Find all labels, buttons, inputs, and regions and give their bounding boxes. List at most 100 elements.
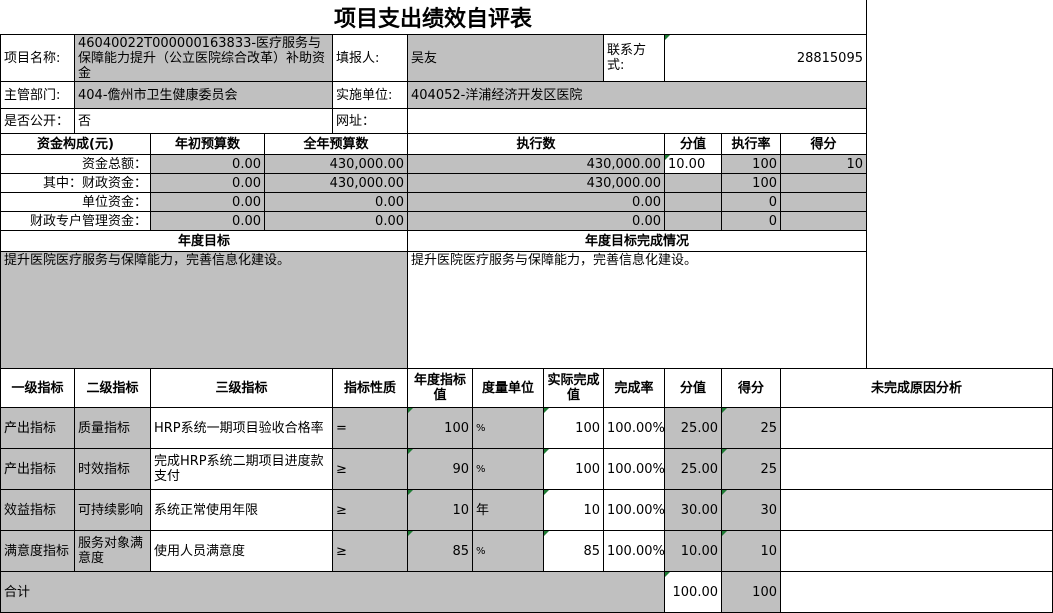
ind-nature[interactable]: = xyxy=(333,408,408,449)
funds-header-source: 资金构成(元) xyxy=(1,134,151,155)
ind-l2: 时效指标 xyxy=(75,449,151,490)
ind-nature[interactable]: ≥ xyxy=(333,449,408,490)
funds-row-score xyxy=(781,174,867,193)
funds-row-annual[interactable]: 430,000.00 xyxy=(265,155,408,174)
ind-l2: 质量指标 xyxy=(75,408,151,449)
ind-actual[interactable]: 85 xyxy=(544,531,604,572)
ind-score-val: 10.00 xyxy=(665,531,722,572)
url-value[interactable] xyxy=(408,109,867,134)
impl-value[interactable]: 404052-洋浦经济开发区医院 xyxy=(408,82,867,109)
ind-reason[interactable] xyxy=(781,449,1053,490)
funds-header-annual: 全年预算数 xyxy=(265,134,408,155)
total-reason[interactable] xyxy=(781,572,1053,613)
ind-actual[interactable]: 10 xyxy=(544,490,604,531)
ind-actual[interactable]: 100 xyxy=(544,449,604,490)
funds-row-label: 单位资金： xyxy=(1,193,151,212)
funds-header-score-val: 分值 xyxy=(665,134,722,155)
ind-rate: 100.00% xyxy=(604,531,665,572)
ind-l3[interactable]: 完成HRP系统二期项目进度款支付 xyxy=(151,449,333,490)
ind-unit[interactable]: 年 xyxy=(473,490,544,531)
ind-header-nature: 指标性质 xyxy=(333,369,408,408)
ind-score[interactable]: 25 xyxy=(722,408,781,449)
impl-label: 实施单位: xyxy=(333,82,408,109)
ind-l1: 效益指标 xyxy=(1,490,75,531)
ind-header-reason: 未完成原因分析 xyxy=(781,369,1053,408)
funds-row-initial[interactable]: 0.00 xyxy=(151,155,265,174)
ind-target[interactable]: 100 xyxy=(408,408,473,449)
ind-score[interactable]: 10 xyxy=(722,531,781,572)
contact-label: 联系方式: xyxy=(604,35,665,82)
funds-row-initial[interactable]: 0.00 xyxy=(151,174,265,193)
funds-row-executed[interactable]: 430,000.00 xyxy=(408,174,665,193)
funds-row-annual[interactable]: 430,000.00 xyxy=(265,174,408,193)
annual-goal-header: 年度目标 xyxy=(1,231,408,252)
ind-rate: 100.00% xyxy=(604,408,665,449)
self-evaluation-sheet: 项目支出绩效自评表 项目名称: 46040022T000000163833-医疗… xyxy=(0,0,1053,613)
ind-unit[interactable]: % xyxy=(473,449,544,490)
funds-row-executed[interactable]: 430,000.00 xyxy=(408,155,665,174)
funds-row-executed[interactable]: 0.00 xyxy=(408,193,665,212)
ind-reason[interactable] xyxy=(781,531,1053,572)
funds-row-rate: 100 xyxy=(722,155,781,174)
public-label: 是否公开： xyxy=(1,109,75,134)
funds-header-initial: 年初预算数 xyxy=(151,134,265,155)
funds-row-annual[interactable]: 0.00 xyxy=(265,212,408,231)
funds-row-label: 资金总额： xyxy=(1,155,151,174)
ind-l3[interactable]: 使用人员满意度 xyxy=(151,531,333,572)
reporter-label: 填报人: xyxy=(333,35,408,82)
ind-unit[interactable]: % xyxy=(473,408,544,449)
funds-row-executed[interactable]: 0.00 xyxy=(408,212,665,231)
ind-target[interactable]: 85 xyxy=(408,531,473,572)
funds-row-rate: 0 xyxy=(722,193,781,212)
contact-value[interactable]: 28815095 xyxy=(665,35,867,82)
funds-row-score-val xyxy=(665,193,722,212)
page-title: 项目支出绩效自评表 xyxy=(0,0,866,35)
funds-row-initial[interactable]: 0.00 xyxy=(151,212,265,231)
dept-label: 主管部门: xyxy=(1,82,75,109)
ind-l1: 满意度指标 xyxy=(1,531,75,572)
funds-header-rate: 执行率 xyxy=(722,134,781,155)
ind-header-score-val: 分值 xyxy=(665,369,722,408)
project-name-value[interactable]: 46040022T000000163833-医疗服务与保障能力提升（公立医院综合… xyxy=(75,35,333,82)
funds-row-score-val xyxy=(665,212,722,231)
ind-score[interactable]: 25 xyxy=(722,449,781,490)
ind-unit[interactable]: % xyxy=(473,531,544,572)
funds-row-annual[interactable]: 0.00 xyxy=(265,193,408,212)
ind-score-val: 25.00 xyxy=(665,449,722,490)
project-name-label: 项目名称: xyxy=(1,35,75,82)
ind-l3[interactable]: HRP系统一期项目验收合格率 xyxy=(151,408,333,449)
ind-reason[interactable] xyxy=(781,490,1053,531)
ind-nature[interactable]: ≥ xyxy=(333,531,408,572)
funds-row-label: 其中：财政资金： xyxy=(1,174,151,193)
ind-header-l3: 三级指标 xyxy=(151,369,333,408)
total-score-val: 100.00 xyxy=(665,572,722,613)
dept-value[interactable]: 404-儋州市卫生健康委员会 xyxy=(75,82,333,109)
funds-row-rate: 0 xyxy=(722,212,781,231)
ind-l1: 产出指标 xyxy=(1,449,75,490)
ind-rate: 100.00% xyxy=(604,490,665,531)
annual-goal-text[interactable]: 提升医院医疗服务与保障能力，完善信息化建设。 xyxy=(1,252,408,369)
ind-target[interactable]: 10 xyxy=(408,490,473,531)
ind-header-unit: 度量单位 xyxy=(473,369,544,408)
total-label: 合计 xyxy=(1,572,665,613)
funds-row-score-val[interactable]: 10.00 xyxy=(665,155,722,174)
total-score: 100 xyxy=(722,572,781,613)
reporter-value[interactable]: 吴友 xyxy=(408,35,604,82)
goal-completion-text[interactable]: 提升医院医疗服务与保障能力，完善信息化建设。 xyxy=(408,252,867,369)
ind-header-rate: 完成率 xyxy=(604,369,665,408)
ind-reason[interactable] xyxy=(781,408,1053,449)
ind-target[interactable]: 90 xyxy=(408,449,473,490)
ind-l2: 服务对象满意度 xyxy=(75,531,151,572)
public-value[interactable]: 否 xyxy=(75,109,333,134)
funds-row-label: 财政专户管理资金： xyxy=(1,212,151,231)
funds-row-score xyxy=(781,193,867,212)
ind-actual[interactable]: 100 xyxy=(544,408,604,449)
goal-completion-header: 年度目标完成情况 xyxy=(408,231,867,252)
ind-score-val: 30.00 xyxy=(665,490,722,531)
funds-row-initial[interactable]: 0.00 xyxy=(151,193,265,212)
funds-row-score: 10 xyxy=(781,155,867,174)
ind-score[interactable]: 30 xyxy=(722,490,781,531)
ind-score-val: 25.00 xyxy=(665,408,722,449)
ind-l3[interactable]: 系统正常使用年限 xyxy=(151,490,333,531)
ind-nature[interactable]: ≥ xyxy=(333,490,408,531)
